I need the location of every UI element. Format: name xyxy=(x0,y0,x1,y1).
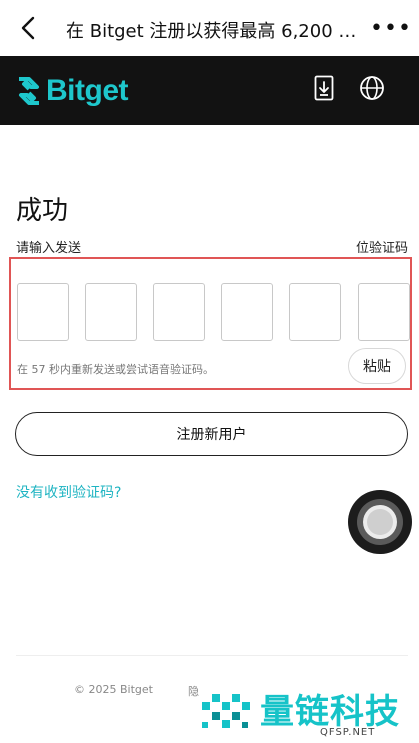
code-digit-2[interactable] xyxy=(85,283,137,341)
bitget-logo[interactable]: Bitget xyxy=(16,74,129,108)
assistive-touch-icon xyxy=(367,509,393,535)
watermark-text: 量链科技 xyxy=(260,692,400,732)
chevron-left-icon xyxy=(21,16,35,40)
download-icon xyxy=(314,75,334,101)
verification-instructions: 请输入发送 位验证码 xyxy=(16,237,408,256)
instructions-right: 位验证码 xyxy=(355,241,408,256)
more-options-button[interactable]: ••• xyxy=(370,14,411,42)
bitget-logo-icon xyxy=(19,77,39,105)
code-digit-6[interactable] xyxy=(358,283,410,341)
instructions-left: 请输入发送 xyxy=(16,241,82,256)
watermark-subtext: QFSP.NET xyxy=(320,727,376,738)
copyright-text: © 2025 Bitget xyxy=(74,683,153,696)
logo-text: Bitget xyxy=(46,74,129,107)
code-digit-4[interactable] xyxy=(221,283,273,341)
back-button[interactable] xyxy=(14,14,42,42)
no-code-received-link[interactable]: 没有收到验证码? xyxy=(16,482,121,502)
footer-divider xyxy=(16,655,408,656)
resend-countdown: 在 57 秒内重新发送或尝试语音验证码。 xyxy=(17,363,214,376)
verification-code-area: 在 57 秒内重新发送或尝试语音验证码。 粘贴 xyxy=(9,257,412,390)
brand-header: Bitget xyxy=(0,56,419,125)
page-title: 在 Bitget 注册以获得最高 6,200 U... xyxy=(66,21,366,42)
code-digit-5[interactable] xyxy=(289,283,341,341)
code-input-group xyxy=(17,283,410,341)
verification-heading: 成功 xyxy=(16,196,69,226)
globe-icon xyxy=(360,76,384,100)
watermark: 量链科技 QFSP.NET xyxy=(198,682,419,743)
paste-button[interactable]: 粘贴 xyxy=(348,348,406,384)
top-nav-bar: 在 Bitget 注册以获得最高 6,200 U... ••• xyxy=(0,0,419,56)
register-new-user-button[interactable]: 注册新用户 xyxy=(15,412,408,456)
watermark-logo-icon xyxy=(202,694,250,728)
assistive-touch-button[interactable] xyxy=(348,490,412,554)
code-digit-3[interactable] xyxy=(153,283,205,341)
download-app-button[interactable] xyxy=(310,74,338,102)
code-digit-1[interactable] xyxy=(17,283,69,341)
language-button[interactable] xyxy=(358,74,386,102)
